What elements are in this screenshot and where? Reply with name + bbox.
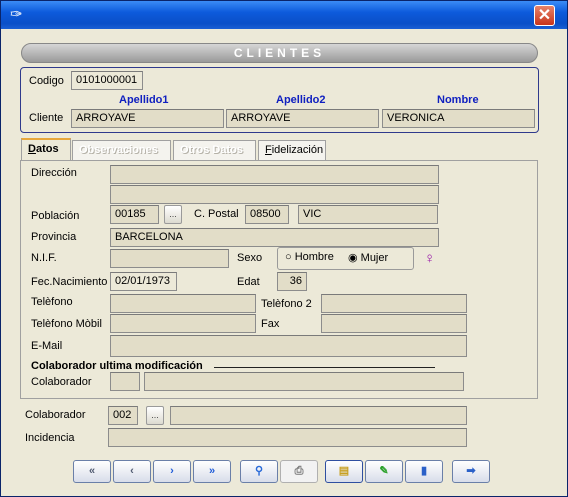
colaborador-label: Colaborador bbox=[25, 409, 86, 421]
first-record-button[interactable]: « bbox=[73, 460, 111, 483]
colab-modif-name-field bbox=[144, 372, 464, 391]
movil-field[interactable] bbox=[110, 314, 256, 333]
movil-label: Telèfono Mòbil bbox=[31, 318, 102, 330]
provincia-field[interactable]: BARCELONA bbox=[110, 228, 439, 247]
ciudad-field[interactable]: VIC bbox=[298, 205, 438, 224]
edat-label: Edat bbox=[237, 276, 260, 288]
search-icon: ⚲ bbox=[254, 465, 264, 477]
colaborador-code-field[interactable]: 002 bbox=[108, 406, 138, 425]
cliente-label: Cliente bbox=[29, 112, 64, 124]
close-button[interactable]: ✕ bbox=[534, 5, 555, 26]
female-symbol-icon: ♀ bbox=[424, 250, 436, 267]
mujer-label: Mujer bbox=[360, 252, 389, 264]
apellido2-field[interactable]: ARROYAVE bbox=[226, 109, 379, 128]
wrench-icon: ✑ bbox=[10, 6, 23, 23]
hombre-label: Hombre bbox=[294, 251, 334, 263]
fecnac-field[interactable]: 02/01/1973 bbox=[110, 272, 177, 291]
fax-field[interactable] bbox=[321, 314, 467, 333]
sexo-label: Sexo bbox=[237, 252, 263, 264]
form-title: CLIENTES bbox=[21, 43, 538, 63]
prev-record-icon: ‹ bbox=[130, 465, 134, 477]
colab-modif-code-field bbox=[110, 372, 140, 391]
poblacion-label: Población bbox=[31, 210, 80, 222]
nif-label: N.I.F. bbox=[31, 252, 57, 264]
colab-section-divider bbox=[214, 367, 435, 368]
exit-icon: ➡ bbox=[466, 465, 476, 477]
delete-icon: ▮ bbox=[420, 465, 428, 477]
print-icon: ⎙ bbox=[294, 465, 304, 477]
cpostal-label: C. Postal bbox=[194, 208, 239, 220]
fax-label: Fax bbox=[261, 318, 280, 330]
telefono-label: Telèfono bbox=[31, 296, 73, 308]
tab-fidelizacion-rest: idelización bbox=[271, 144, 324, 156]
nombre-field[interactable]: VERONICA bbox=[382, 109, 535, 128]
tab-fidelizacion[interactable]: Fidelización bbox=[258, 140, 326, 160]
telefono-field[interactable] bbox=[110, 294, 256, 313]
clientes-window: ✑ ✕ CLIENTES Codigo 0101000001 Apellido1… bbox=[0, 0, 568, 497]
mujer-radio[interactable]: ◉ Mujer bbox=[348, 251, 388, 264]
hombre-radio[interactable]: ○ Hombre bbox=[285, 251, 334, 263]
notes-button[interactable]: ▤ bbox=[325, 460, 363, 483]
direccion-field-1[interactable] bbox=[110, 165, 439, 184]
last-record-icon: » bbox=[208, 465, 216, 477]
poblacion-code-field[interactable]: 00185 bbox=[110, 205, 159, 224]
telefono2-label: Telèfono 2 bbox=[261, 298, 312, 310]
next-record-icon: › bbox=[170, 465, 174, 477]
tab-datos-mnemonic: D bbox=[28, 143, 36, 155]
direccion-label: Dirección bbox=[31, 167, 77, 179]
tab-observaciones[interactable]: Observaciones bbox=[72, 140, 171, 160]
apellido1-header: Apellido1 bbox=[119, 94, 169, 106]
nombre-header: Nombre bbox=[437, 94, 479, 106]
tab-fidelizacion-mnemonic: F bbox=[265, 144, 272, 156]
edat-field: 36 bbox=[277, 272, 307, 291]
codigo-field[interactable]: 0101000001 bbox=[71, 71, 143, 90]
email-label: E-Mail bbox=[31, 340, 63, 352]
codigo-label: Codigo bbox=[29, 75, 64, 87]
title-bar: ✑ ✕ bbox=[1, 1, 567, 29]
tab-datos[interactable]: Datos bbox=[21, 138, 71, 160]
colaborador-lookup-button[interactable]: ... bbox=[146, 406, 164, 425]
next-record-button[interactable]: › bbox=[153, 460, 191, 483]
delete-button[interactable]: ▮ bbox=[405, 460, 443, 483]
fecnac-label: Fec.Nacimiento bbox=[31, 276, 108, 288]
colaborador-name-field[interactable] bbox=[170, 406, 467, 425]
provincia-label: Provincia bbox=[31, 231, 77, 243]
apellido1-field[interactable]: ARROYAVE bbox=[71, 109, 224, 128]
tab-datos-rest: atos bbox=[35, 143, 59, 155]
incidencia-label: Incidencia bbox=[25, 432, 75, 444]
exit-button[interactable]: ➡ bbox=[452, 460, 490, 483]
colab-modif-label: Colaborador bbox=[31, 376, 92, 388]
email-field[interactable] bbox=[110, 335, 467, 357]
incidencia-field[interactable] bbox=[108, 428, 467, 447]
direccion-field-2[interactable] bbox=[110, 185, 439, 204]
search-button[interactable]: ⚲ bbox=[240, 460, 278, 483]
notes-icon: ▤ bbox=[338, 465, 350, 477]
first-record-icon: « bbox=[88, 465, 96, 477]
telefono2-field[interactable] bbox=[321, 294, 467, 313]
edit-button[interactable]: ✎ bbox=[365, 460, 403, 483]
cpostal-field[interactable]: 08500 bbox=[245, 205, 289, 224]
colab-section-title: Colaborador ultima modificación bbox=[31, 360, 203, 372]
nif-field[interactable] bbox=[110, 249, 229, 268]
apellido2-header: Apellido2 bbox=[276, 94, 326, 106]
edit-pencil-icon: ✎ bbox=[379, 465, 389, 477]
sexo-radio-group: ○ Hombre ◉ Mujer bbox=[277, 247, 414, 270]
tab-otros-datos[interactable]: Otros Datos bbox=[173, 140, 256, 160]
last-record-button[interactable]: » bbox=[193, 460, 231, 483]
prev-record-button[interactable]: ‹ bbox=[113, 460, 151, 483]
print-button[interactable]: ⎙ bbox=[280, 460, 318, 483]
poblacion-lookup-button[interactable]: ... bbox=[164, 205, 182, 224]
